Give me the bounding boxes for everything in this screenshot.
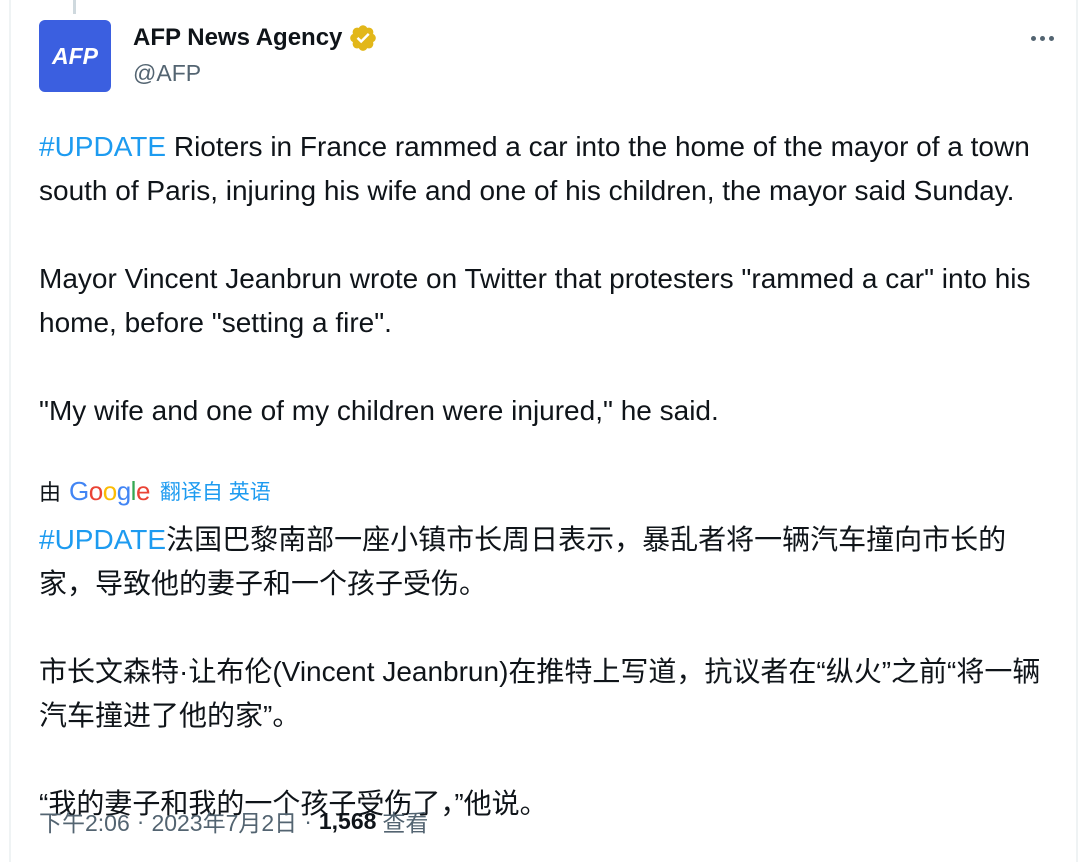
author-display-name[interactable]: AFP News Agency — [133, 24, 342, 52]
tweet-metadata: 下午2:06 · 2023年7月2日 · 1,568 查看 — [39, 802, 428, 840]
tweet-paragraph-1-text: Rioters in France rammed a car into the … — [39, 131, 1030, 206]
translated-from-english-link[interactable]: 翻译自 英语 — [160, 476, 271, 506]
tweet-body: #UPDATE Rioters in France rammed a car i… — [39, 125, 1054, 433]
tweet-paragraph-2: Mayor Vincent Jeanbrun wrote on Twitter … — [39, 263, 1031, 338]
avatar-logo-text: AFP — [52, 42, 98, 69]
avatar[interactable]: AFP — [39, 20, 111, 92]
more-horizontal-icon-dot — [1048, 35, 1054, 41]
author-name-row[interactable]: AFP News Agency — [133, 22, 378, 54]
translated-paragraph-2: 市长文森特·让布伦(Vincent Jeanbrun)在推特上写道，抗议者在“纵… — [39, 656, 1041, 731]
views-label: 查看 — [382, 810, 429, 836]
translation-attribution: 由 Google 翻译自 英语 — [39, 474, 271, 508]
translated-hashtag-link[interactable]: #UPDATE — [39, 524, 166, 555]
meta-separator: · — [136, 807, 145, 834]
tweet-time[interactable]: 下午2:06 — [39, 804, 130, 838]
view-count[interactable]: 1,568 — [319, 808, 377, 835]
more-horizontal-icon-dot — [1039, 35, 1045, 41]
hashtag-link[interactable]: #UPDATE — [39, 131, 166, 162]
tweet-date[interactable]: 2023年7月2日 — [151, 804, 297, 838]
meta-separator: · — [304, 807, 312, 834]
google-logo: Google — [69, 475, 150, 506]
translated-tweet-body: #UPDATE法国巴黎南部一座小镇市长周日表示，暴乱者将一辆汽车撞向市长的家，导… — [39, 518, 1054, 826]
more-horizontal-icon — [1030, 35, 1036, 41]
left-border — [9, 0, 11, 862]
tweet-paragraph-3: "My wife and one of my children were inj… — [39, 395, 719, 426]
translated-paragraph-1-text: 法国巴黎南部一座小镇市长周日表示，暴乱者将一辆汽车撞向市长的家，导致他的妻子和一… — [39, 524, 1007, 599]
tweet-paragraph-1: #UPDATE Rioters in France rammed a car i… — [39, 125, 1054, 213]
thread-connector-line — [73, 0, 76, 14]
more-options-button[interactable] — [1022, 22, 1062, 54]
translated-by-label: 由 — [39, 480, 62, 505]
author-handle[interactable]: @AFP — [133, 60, 201, 87]
verified-badge-icon[interactable] — [348, 23, 378, 53]
translated-paragraph-1: #UPDATE法国巴黎南部一座小镇市长周日表示，暴乱者将一辆汽车撞向市长的家，导… — [39, 518, 1054, 606]
